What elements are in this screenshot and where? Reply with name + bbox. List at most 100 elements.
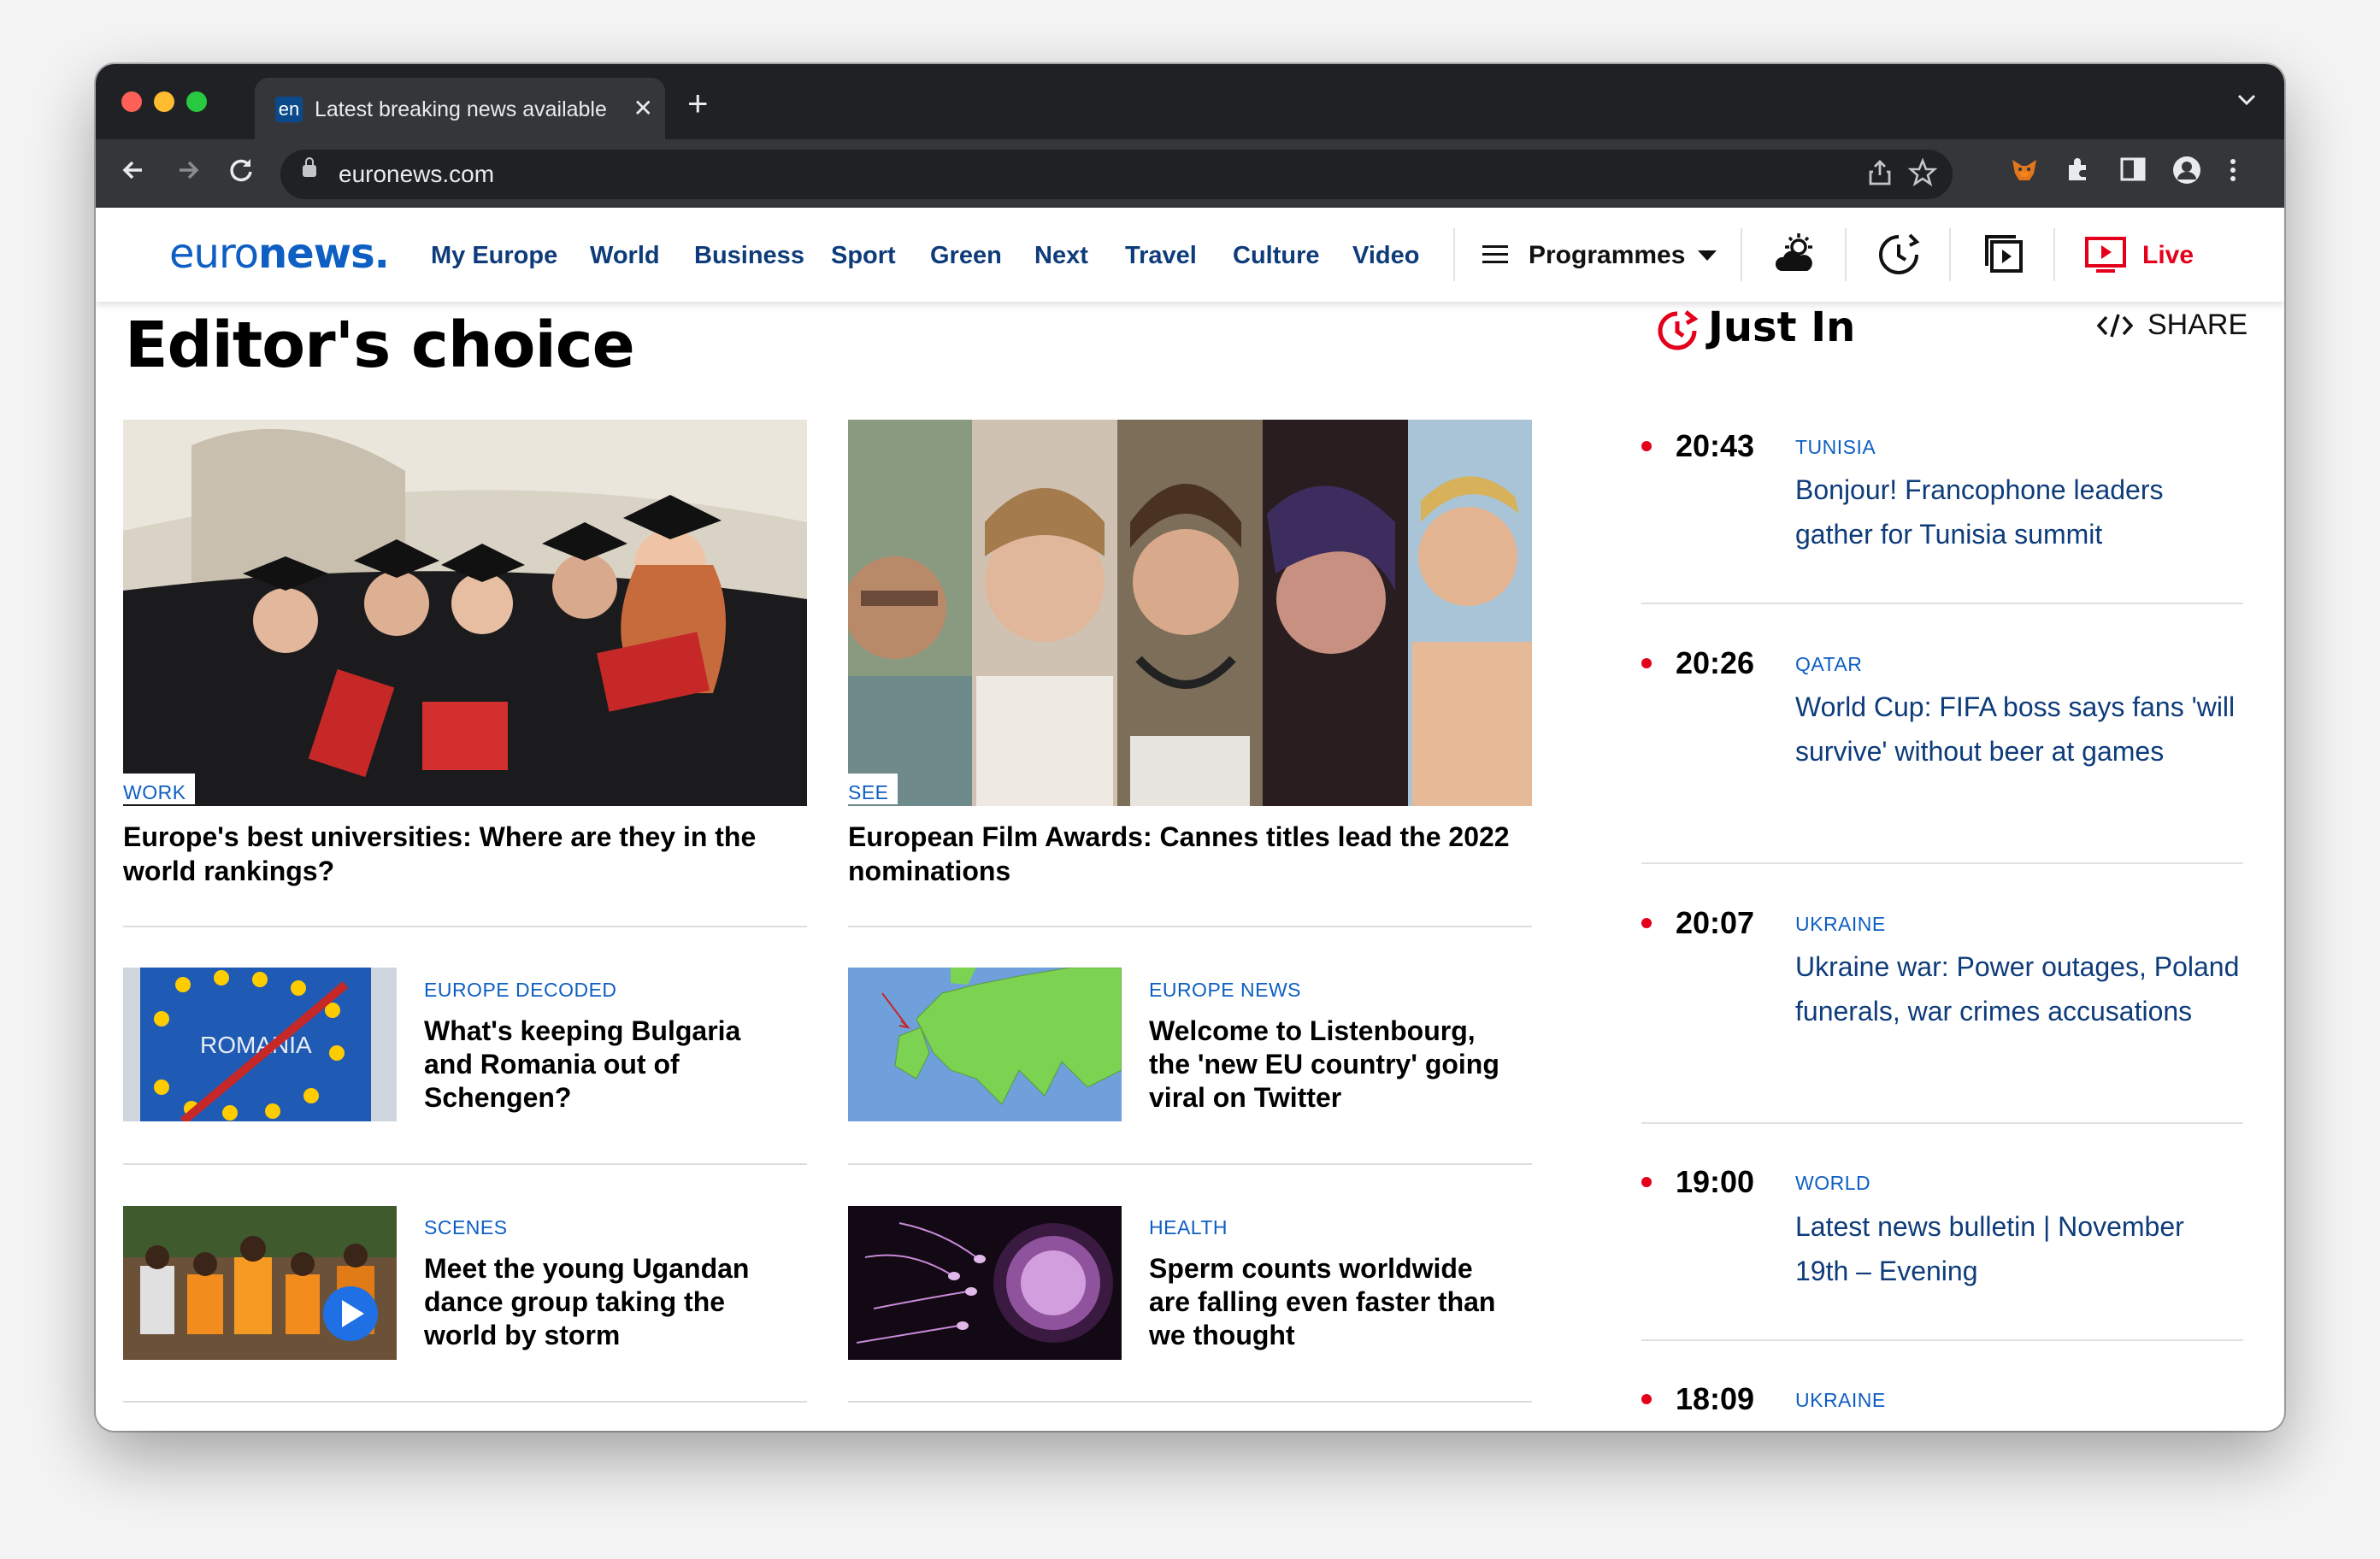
just-in-time: 19:00 xyxy=(1676,1164,1755,1199)
nav-world[interactable]: World xyxy=(590,240,660,271)
nav-green[interactable]: Green xyxy=(930,240,1002,271)
forward-icon[interactable] xyxy=(173,155,203,195)
red-dot-icon xyxy=(1641,918,1652,928)
browser-toolbar: euronews.com xyxy=(96,139,2284,209)
just-in-headline[interactable]: Bonjour! Francophone leaders gather for … xyxy=(1795,468,2240,556)
nav-divider xyxy=(1741,228,1742,281)
story-title-schengen[interactable]: What's keeping Bulgaria and Romania out … xyxy=(424,1015,783,1115)
back-icon[interactable] xyxy=(118,155,149,195)
nav-next[interactable]: Next xyxy=(1034,240,1088,271)
story-tag-europe-news[interactable]: EUROPE NEWS xyxy=(1149,978,1301,1002)
story-tag-health[interactable]: HEALTH xyxy=(1149,1215,1228,1239)
story-tag-scenes[interactable]: SCENES xyxy=(424,1215,508,1239)
list-icon[interactable] xyxy=(1482,245,1508,264)
red-dot-icon xyxy=(1641,1177,1652,1187)
browser-window: en Latest breaking news available ✕ + eu… xyxy=(96,64,2284,1431)
page-title: Editor's choice xyxy=(125,309,635,382)
just-in-tag[interactable]: UKRAINE xyxy=(1795,1388,1886,1412)
programmes-menu[interactable]: Programmes xyxy=(1529,240,1685,271)
thumb-romania-sign[interactable]: ROMANIA xyxy=(123,968,397,1121)
just-in-headline[interactable]: Latest news bulletin | November 19th – E… xyxy=(1795,1204,2240,1293)
story-tag-europe-decoded[interactable]: EUROPE DECODED xyxy=(424,978,617,1002)
just-in-time: 20:43 xyxy=(1676,428,1755,463)
just-in-heading: Just In xyxy=(1708,303,1856,351)
nav-video[interactable]: Video xyxy=(1352,240,1419,271)
share-button[interactable]: SHARE xyxy=(2147,309,2247,342)
nav-travel[interactable]: Travel xyxy=(1125,240,1197,271)
nav-divider xyxy=(1845,228,1847,281)
divider xyxy=(1641,1339,2243,1341)
story-title-listenbourg[interactable]: Welcome to Listenbourg, the 'new EU coun… xyxy=(1149,1015,1508,1115)
divider xyxy=(1641,862,2243,864)
logo-bold-text: news. xyxy=(258,230,390,278)
hero-tag-work[interactable]: WORK xyxy=(123,774,195,804)
just-in-tag[interactable]: UKRAINE xyxy=(1795,912,1886,936)
story-title-ugandan-dance[interactable]: Meet the young Ugandan dance group takin… xyxy=(424,1252,783,1352)
video-playlist-icon[interactable] xyxy=(1983,233,2024,280)
metamask-extension-icon[interactable] xyxy=(2009,155,2040,195)
embed-code-icon[interactable] xyxy=(2096,312,2134,344)
tab-favicon: en xyxy=(275,97,303,122)
just-in-headline[interactable]: World Cup: FIFA boss says fans 'will sur… xyxy=(1795,685,2240,774)
red-dot-icon xyxy=(1641,1394,1652,1404)
just-in-clock-icon xyxy=(1657,310,1699,356)
browser-tab[interactable]: en Latest breaking news available ✕ xyxy=(255,78,665,139)
live-tv-icon[interactable] xyxy=(2084,233,2129,280)
tab-close-icon[interactable]: ✕ xyxy=(633,93,653,124)
just-in-tag[interactable]: WORLD xyxy=(1795,1171,1870,1195)
hero-image-graduates[interactable] xyxy=(123,420,807,806)
hero-image-film-awards[interactable] xyxy=(848,420,1532,806)
thumb-ugandan-dancers[interactable] xyxy=(123,1206,397,1360)
site-header: euronews. My Europe World Business Sport… xyxy=(96,208,2284,302)
divider xyxy=(123,1163,807,1165)
red-dot-icon xyxy=(1641,441,1652,451)
story-title-sperm-counts[interactable]: Sperm counts worldwide are falling even … xyxy=(1149,1252,1508,1352)
extensions-icon[interactable] xyxy=(2064,155,2093,193)
clock-icon[interactable] xyxy=(1877,233,1920,280)
thumb-sperm-cells[interactable] xyxy=(848,1206,1122,1360)
new-tab-button[interactable]: + xyxy=(687,85,709,122)
live-link[interactable]: Live xyxy=(2142,240,2194,271)
divider xyxy=(1641,603,2243,604)
divider xyxy=(848,1401,1532,1403)
just-in-tag[interactable]: TUNISIA xyxy=(1795,435,1876,459)
euronews-logo[interactable]: euronews. xyxy=(169,230,390,278)
chevron-down-icon[interactable] xyxy=(1698,250,1717,261)
address-bar[interactable]: euronews.com xyxy=(280,150,1953,199)
logo-text: euro xyxy=(169,230,259,278)
tab-title: Latest breaking news available xyxy=(315,97,607,121)
nav-business[interactable]: Business xyxy=(694,240,804,271)
nav-divider xyxy=(1453,228,1455,281)
divider xyxy=(848,926,1532,927)
nav-culture[interactable]: Culture xyxy=(1233,240,1320,271)
divider xyxy=(123,1401,807,1403)
hero-title-film-awards[interactable]: European Film Awards: Cannes titles lead… xyxy=(848,820,1532,888)
lock-icon[interactable] xyxy=(303,157,316,177)
thumb-sign-text: ROMANIA xyxy=(200,1032,312,1058)
minimize-window-button[interactable] xyxy=(154,91,174,112)
divider xyxy=(1641,1122,2243,1124)
divider xyxy=(123,926,807,927)
tab-search-icon[interactable] xyxy=(2236,86,2257,113)
side-panel-icon[interactable] xyxy=(2118,155,2147,193)
nav-my-europe[interactable]: My Europe xyxy=(431,240,557,271)
maximize-window-button[interactable] xyxy=(186,91,207,112)
share-page-icon[interactable] xyxy=(1867,158,1893,196)
just-in-tag[interactable]: QATAR xyxy=(1795,652,1862,676)
just-in-headline[interactable]: Ukraine war: Power outages, Poland funer… xyxy=(1795,944,2240,1033)
browser-menu-icon[interactable] xyxy=(2224,155,2242,195)
just-in-time: 20:26 xyxy=(1676,645,1755,680)
close-window-button[interactable] xyxy=(121,91,142,112)
weather-icon[interactable] xyxy=(1773,233,1817,280)
bookmark-star-icon[interactable] xyxy=(1907,157,1938,196)
profile-avatar-icon[interactable] xyxy=(2171,155,2202,195)
thumb-listenbourg-map[interactable] xyxy=(848,968,1122,1121)
red-dot-icon xyxy=(1641,658,1652,668)
nav-sport[interactable]: Sport xyxy=(831,240,896,271)
reload-icon[interactable] xyxy=(226,155,256,195)
hero-title-universities[interactable]: Europe's best universities: Where are th… xyxy=(123,820,807,888)
divider xyxy=(848,1163,1532,1165)
just-in-time: 20:07 xyxy=(1676,905,1755,940)
hero-tag-see[interactable]: SEE xyxy=(848,774,898,804)
just-in-time: 18:09 xyxy=(1676,1381,1755,1416)
